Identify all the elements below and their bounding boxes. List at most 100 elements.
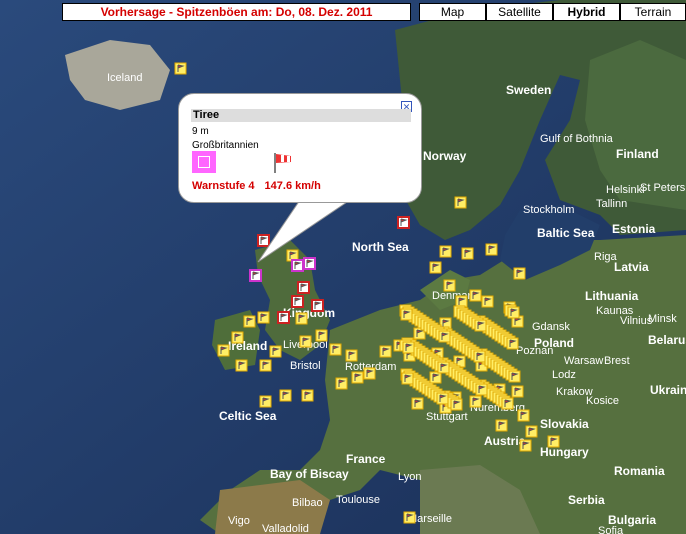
map-label-gdansk: Gdansk <box>532 321 570 333</box>
station-marker[interactable] <box>295 312 308 325</box>
map-label-hungary: Hungary <box>540 445 589 459</box>
station-marker[interactable] <box>243 315 256 328</box>
map-label-belarus: Belarus <box>648 333 686 347</box>
warning-level: Warnstufe 4 <box>192 180 255 192</box>
station-marker[interactable] <box>259 395 272 408</box>
map-label-austria: Austria <box>484 434 526 448</box>
map-label-france: France <box>346 452 386 466</box>
station-marker[interactable] <box>511 385 524 398</box>
map-type-button-hybrid[interactable]: Hybrid <box>553 3 620 21</box>
station-marker[interactable] <box>519 439 532 452</box>
station-marker[interactable] <box>335 377 348 390</box>
station-marker[interactable] <box>501 397 514 410</box>
station-marker[interactable] <box>403 511 416 524</box>
map-label-toulouse: Toulouse <box>336 494 380 506</box>
station-marker[interactable] <box>473 350 486 363</box>
map-type-button-terrain[interactable]: Terrain <box>620 3 686 21</box>
station-marker[interactable] <box>437 361 450 374</box>
station-marker[interactable] <box>547 435 560 448</box>
station-marker[interactable] <box>311 299 324 312</box>
station-marker[interactable] <box>249 269 262 282</box>
station-marker[interactable] <box>351 371 364 384</box>
map-label-estonia: Estonia <box>612 222 656 236</box>
map-type-button-map[interactable]: Map <box>419 3 486 21</box>
map-label-stockholm: Stockholm <box>523 204 574 216</box>
station-marker[interactable] <box>363 367 376 380</box>
station-marker[interactable] <box>517 409 530 422</box>
station-marker[interactable] <box>235 359 248 372</box>
station-marker[interactable] <box>400 308 413 321</box>
station-marker[interactable] <box>345 349 358 362</box>
station-marker[interactable] <box>474 319 487 332</box>
station-marker[interactable] <box>379 345 392 358</box>
station-marker[interactable] <box>455 295 468 308</box>
map-label-baltic-sea: Baltic Sea <box>537 226 595 240</box>
station-marker[interactable] <box>303 257 316 270</box>
station-marker[interactable] <box>461 247 474 260</box>
map-label-brest: Brest <box>604 355 630 367</box>
station-marker[interactable] <box>402 341 415 354</box>
station-marker[interactable] <box>297 281 310 294</box>
station-marker[interactable] <box>301 389 314 402</box>
station-marker[interactable] <box>329 343 342 356</box>
station-marker[interactable] <box>429 261 442 274</box>
station-marker[interactable] <box>299 335 312 348</box>
station-marker[interactable] <box>513 267 526 280</box>
station-marker[interactable] <box>450 398 463 411</box>
station-marker[interactable] <box>436 392 449 405</box>
station-marker[interactable] <box>291 259 304 272</box>
station-marker[interactable] <box>481 295 494 308</box>
station-marker[interactable] <box>507 306 520 319</box>
station-marker[interactable] <box>443 279 456 292</box>
station-marker[interactable] <box>315 329 328 342</box>
station-marker[interactable] <box>269 345 282 358</box>
map-label-poznan: Poznan <box>516 345 553 357</box>
station-marker[interactable] <box>454 196 467 209</box>
station-marker[interactable] <box>279 389 292 402</box>
station-marker[interactable] <box>438 330 451 343</box>
station-marker[interactable] <box>508 370 521 383</box>
map-label-kosice: Kosice <box>586 395 619 407</box>
map-label-north-sea: North Sea <box>352 240 409 254</box>
station-marker[interactable] <box>475 383 488 396</box>
station-elevation: 9 m <box>192 126 209 137</box>
station-marker[interactable] <box>217 344 230 357</box>
station-marker[interactable] <box>439 245 452 258</box>
station-marker[interactable] <box>485 243 498 256</box>
station-marker[interactable] <box>291 295 304 308</box>
gust-speed: 147.6 km/h <box>264 180 321 192</box>
map-label-st-petersburg: St Petersburg <box>640 182 686 194</box>
station-marker[interactable] <box>259 359 272 372</box>
station-marker[interactable] <box>506 337 519 350</box>
map-label-vigo: Vigo <box>228 515 250 527</box>
station-marker[interactable] <box>469 289 482 302</box>
map-label-serbia: Serbia <box>568 493 605 507</box>
map-label-latvia: Latvia <box>614 260 649 274</box>
station-marker[interactable] <box>257 234 270 247</box>
station-marker[interactable] <box>429 371 442 384</box>
station-marker[interactable] <box>495 419 508 432</box>
map-label-iceland: Iceland <box>107 72 142 84</box>
map-label-valladolid: Valladolid <box>262 523 309 534</box>
station-country: Großbritannien <box>192 140 259 151</box>
station-marker[interactable] <box>401 372 414 385</box>
map-type-button-satellite[interactable]: Satellite <box>486 3 553 21</box>
station-marker[interactable] <box>277 311 290 324</box>
station-marker[interactable] <box>397 216 410 229</box>
map-label-bay-of-biscay: Bay of Biscay <box>270 467 349 481</box>
station-marker[interactable] <box>469 395 482 408</box>
station-marker[interactable] <box>411 397 424 410</box>
map-label-slovakia: Slovakia <box>540 417 589 431</box>
map-label-sofia: Sofia <box>598 525 624 534</box>
station-marker[interactable] <box>257 311 270 324</box>
station-marker[interactable] <box>231 331 244 344</box>
map-label-bristol: Bristol <box>290 360 321 372</box>
map-label-warsaw: Warsaw <box>564 355 603 367</box>
satellite-map[interactable]: Iceland Sweden Gulf of BothniaFinland Norwa… <box>0 0 686 534</box>
map-label-riga: Riga <box>594 251 618 263</box>
map-label-tallinn: Tallinn <box>596 198 627 210</box>
station-marker[interactable] <box>525 425 538 438</box>
map-label-lyon: Lyon <box>398 471 421 483</box>
station-marker[interactable] <box>174 62 187 75</box>
map-label-celtic-sea: Celtic Sea <box>219 409 277 423</box>
